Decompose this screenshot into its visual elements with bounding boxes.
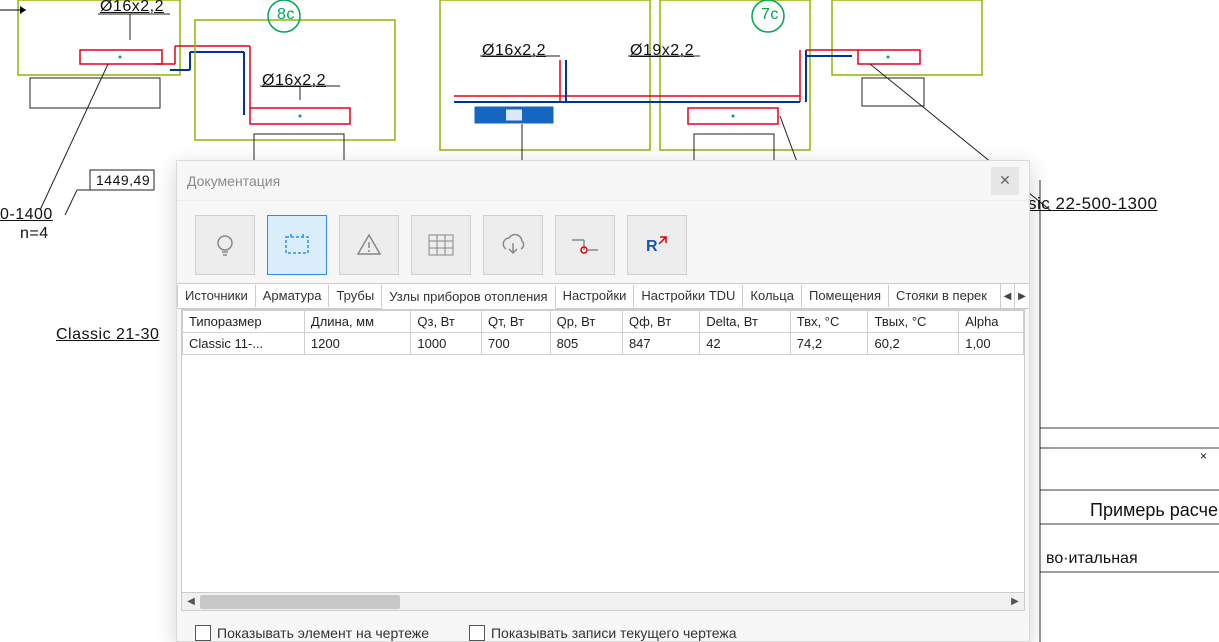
- col-tin[interactable]: Твх, °C: [790, 311, 868, 333]
- warning-button[interactable]: [339, 215, 399, 275]
- dialog-footer: Показывать элемент на чертеже Показывать…: [177, 615, 1029, 641]
- cloud-download-icon: [498, 233, 528, 257]
- dim-label-3: Ø16x2,2: [482, 42, 546, 60]
- table-button[interactable]: [411, 215, 471, 275]
- link-pipe-icon: [570, 234, 600, 256]
- node-7c-label: 7c: [761, 6, 779, 24]
- svg-text:R: R: [646, 238, 658, 255]
- tag-height: 1449,49: [96, 172, 150, 188]
- data-grid[interactable]: Типоразмер Длина, мм Qз, Вт Qт, Вт Qр, В…: [181, 309, 1025, 611]
- dialog-title: Документация: [187, 173, 280, 189]
- titleblock-text-2: во·итальная: [1046, 550, 1138, 568]
- scroll-right-icon[interactable]: ▶: [1006, 594, 1024, 610]
- cell-qz[interactable]: 1000: [411, 333, 482, 355]
- tab-heating-units[interactable]: Узлы приборов отопления: [382, 286, 555, 309]
- col-alpha[interactable]: Alpha: [959, 311, 1024, 333]
- selection-button[interactable]: [267, 215, 327, 275]
- cell-qf[interactable]: 847: [622, 333, 699, 355]
- tab-rings[interactable]: Кольца: [743, 285, 802, 307]
- titleblock-text-1: Примерь расче: [1090, 500, 1218, 521]
- revit-export-button[interactable]: R: [627, 215, 687, 275]
- col-qp[interactable]: Qр, Вт: [550, 311, 622, 333]
- cell-length[interactable]: 1200: [304, 333, 411, 355]
- tab-scroll-right[interactable]: ▶: [1015, 284, 1029, 308]
- tab-settings-tdu[interactable]: Настройки TDU: [634, 285, 743, 307]
- lightbulb-icon: [212, 232, 238, 258]
- tab-fittings[interactable]: Арматура: [256, 285, 330, 307]
- checkbox-label: Показывать элемент на чертеже: [217, 625, 429, 641]
- col-length[interactable]: Длина, мм: [304, 311, 411, 333]
- checkbox-show-current-drawing-records[interactable]: Показывать записи текущего чертежа: [469, 625, 737, 641]
- svg-text:×: ×: [1200, 449, 1207, 463]
- dim-label-4: Ø19x2,2: [630, 42, 694, 60]
- tab-sources[interactable]: Источники: [177, 285, 256, 307]
- tab-risers[interactable]: Стояки в перек: [889, 285, 994, 307]
- dialog-toolbar: R: [177, 201, 1029, 283]
- revit-export-icon: R: [644, 233, 670, 257]
- tab-row: Источники Арматура Трубы Узлы приборов о…: [177, 283, 1029, 309]
- lightbulb-button[interactable]: [195, 215, 255, 275]
- col-qf[interactable]: Qф, Вт: [622, 311, 699, 333]
- dim-label: Ø16x2,2: [100, 0, 164, 16]
- left-n: n=4: [20, 225, 49, 243]
- warning-icon: [356, 232, 382, 258]
- cell-typesize[interactable]: Classic 11-...: [183, 333, 305, 355]
- checkbox-label: Показывать записи текущего чертежа: [491, 625, 737, 641]
- axis-x-arrow: [0, 0, 30, 20]
- cloud-download-button[interactable]: [483, 215, 543, 275]
- cell-qt[interactable]: 700: [482, 333, 551, 355]
- classic-left: Classic 21-30: [56, 326, 159, 344]
- col-tout[interactable]: Твых, °C: [868, 311, 959, 333]
- checkbox-icon: [195, 625, 211, 641]
- col-delta[interactable]: Delta, Вт: [700, 311, 791, 333]
- scroll-left-icon[interactable]: ◀: [182, 594, 200, 610]
- checkbox-show-on-drawing[interactable]: Показывать элемент на чертеже: [195, 625, 429, 641]
- checkbox-icon: [469, 625, 485, 641]
- cell-delta[interactable]: 42: [700, 333, 791, 355]
- cell-tin[interactable]: 74,2: [790, 333, 868, 355]
- tab-pipes[interactable]: Трубы: [329, 285, 382, 307]
- node-8c-label: 8c: [277, 6, 295, 24]
- documentation-dialog: Документация ✕ R Источники Арматура Т: [176, 160, 1030, 642]
- col-qz[interactable]: Qз, Вт: [411, 311, 482, 333]
- dialog-titlebar[interactable]: Документация ✕: [177, 161, 1029, 201]
- tab-scroll-buttons: ◀ ▶: [1000, 284, 1029, 308]
- link-pipe-button[interactable]: [555, 215, 615, 275]
- table-row[interactable]: Classic 11-... 1200 1000 700 805 847 42 …: [183, 333, 1024, 355]
- close-icon: ✕: [999, 172, 1011, 189]
- close-button[interactable]: ✕: [991, 167, 1019, 195]
- cell-tout[interactable]: 60,2: [868, 333, 959, 355]
- col-typesize[interactable]: Типоразмер: [183, 311, 305, 333]
- cell-alpha[interactable]: 1,00: [959, 333, 1024, 355]
- classic-right: sic 22-500-1300: [1028, 194, 1157, 214]
- tab-scroll-left[interactable]: ◀: [1001, 284, 1015, 308]
- left-range: 0-1400: [0, 206, 53, 224]
- tab-settings[interactable]: Настройки: [556, 285, 635, 307]
- selection-icon: [282, 231, 312, 259]
- tab-rooms[interactable]: Помещения: [802, 285, 889, 307]
- grid-header-row: Типоразмер Длина, мм Qз, Вт Qт, Вт Qр, В…: [183, 311, 1024, 333]
- scroll-thumb[interactable]: [200, 595, 400, 609]
- cell-qp[interactable]: 805: [550, 333, 622, 355]
- dim-label-2: Ø16x2,2: [262, 72, 326, 90]
- table-icon: [428, 234, 454, 256]
- col-qt[interactable]: Qт, Вт: [482, 311, 551, 333]
- scroll-track[interactable]: [200, 594, 1006, 610]
- grid-horizontal-scrollbar[interactable]: ◀ ▶: [182, 592, 1024, 610]
